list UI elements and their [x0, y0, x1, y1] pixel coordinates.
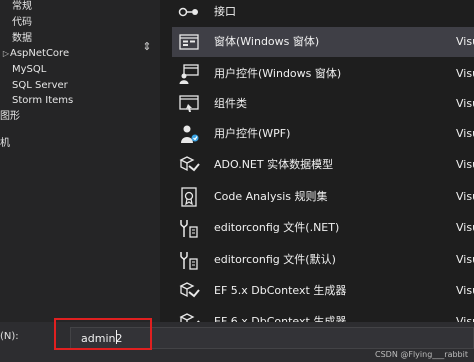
dbcontext-icon [178, 280, 200, 302]
template-row-user-control-winforms[interactable]: 用户控件(Windows 窗体) Visu [172, 59, 474, 89]
template-row-editorconfig-default[interactable]: editorconfig 文件(默认) Visu [172, 245, 474, 275]
user-control-icon [178, 63, 200, 85]
name-label: (N): [0, 331, 19, 342]
tree-item-mysql[interactable]: MySQL [12, 63, 46, 77]
template-list: 接口 窗体(Windows 窗体) Visu 用户控件(Windows 窗体) … [172, 0, 474, 329]
editorconfig-icon [178, 217, 200, 239]
text-caret [116, 330, 117, 344]
category-tree: 常规 代码 数据 ▷AspNetCore MySQL SQL Server St… [0, 0, 160, 322]
component-icon [178, 93, 200, 115]
resize-cursor-icon: ⇕ [142, 40, 152, 53]
wpf-user-control-icon [178, 123, 200, 145]
tree-item-aspnetcore[interactable]: ▷AspNetCore [2, 47, 69, 61]
template-row-windows-form[interactable]: 窗体(Windows 窗体) Visu [172, 27, 474, 57]
ruleset-icon [178, 186, 200, 208]
tree-item-machine[interactable]: 机 [0, 137, 10, 151]
tree-item-code[interactable]: 代码 [12, 16, 32, 30]
template-row-user-control-wpf[interactable]: 用户控件(WPF) Visu [172, 119, 474, 149]
interface-icon [178, 1, 200, 23]
template-row-ef5-dbcontext[interactable]: EF 5.x DbContext 生成器 Visu [172, 276, 474, 306]
tree-item-general[interactable]: 常规 [12, 0, 32, 14]
template-row-component-class[interactable]: 组件类 Visu [172, 89, 474, 119]
template-row-interface[interactable]: 接口 [172, 0, 474, 27]
editorconfig-icon [178, 249, 200, 271]
tree-item-sql-server[interactable]: SQL Server [12, 79, 68, 93]
tree-item-data[interactable]: 数据 [12, 32, 32, 46]
template-row-editorconfig-dotnet[interactable]: editorconfig 文件(.NET) Visu [172, 213, 474, 243]
watermark: CSDN @Flying___rabbit [375, 350, 468, 359]
name-input[interactable] [70, 327, 474, 349]
template-row-ado-net-entity-model[interactable]: ADO.NET 实体数据模型 Visu [172, 150, 474, 180]
tree-item-storm-items[interactable]: Storm Items [12, 94, 73, 108]
entity-model-icon [178, 154, 200, 176]
tree-item-graphics[interactable]: 图形 [0, 110, 20, 124]
template-row-code-analysis-ruleset[interactable]: Code Analysis 规则集 Visu [172, 182, 474, 212]
expand-arrow-icon[interactable]: ▷ [2, 47, 10, 61]
form-icon [178, 31, 200, 53]
